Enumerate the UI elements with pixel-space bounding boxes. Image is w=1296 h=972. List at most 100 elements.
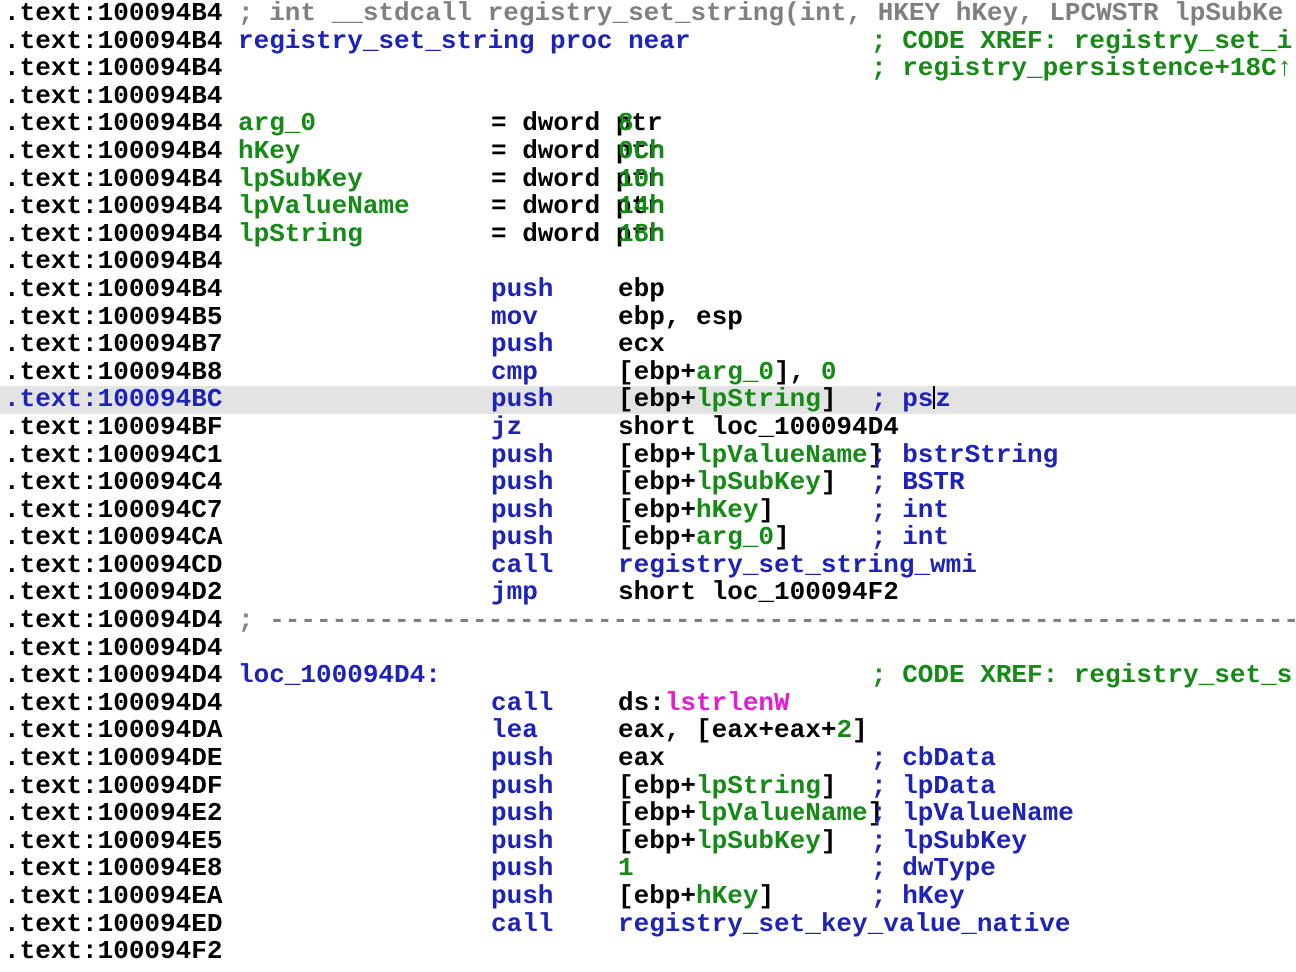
operand-variable[interactable]: arg_0 — [696, 524, 774, 552]
instruction-operand[interactable]: ds:lstrlenW — [618, 690, 790, 718]
code-label[interactable]: registry_set_string proc near — [238, 28, 690, 56]
code-label[interactable]: loc_100094D4: — [238, 662, 441, 690]
listing-line[interactable]: .text:100094B8 cmp [ebp+arg_0], 0 — [0, 359, 1296, 387]
instruction-mnemonic[interactable]: push — [491, 386, 553, 414]
instruction-operand[interactable]: [ebp+lpString] — [618, 386, 836, 414]
instruction-operand[interactable]: [ebp+lpSubKey] — [618, 828, 836, 856]
instruction-mnemonic[interactable]: jz — [491, 414, 522, 442]
listing-line[interactable]: .text:100094BF jz short loc_100094D4 — [0, 414, 1296, 442]
operand-function-name[interactable]: registry_set_string_wmi — [618, 552, 977, 580]
instruction-mnemonic[interactable]: call — [491, 690, 553, 718]
instruction-operand[interactable]: ebp — [618, 276, 665, 304]
listing-line[interactable]: .text:100094B4 push ebp — [0, 276, 1296, 304]
listing-line[interactable]: .text:100094E2 push [ebp+lpValueName]; lpV… — [0, 800, 1296, 828]
instruction-mnemonic[interactable]: push — [491, 524, 553, 552]
instruction-operand[interactable]: [ebp+lpValueName] — [618, 442, 883, 470]
operand-variable[interactable]: lpString — [696, 773, 821, 801]
instruction-mnemonic[interactable]: push — [491, 497, 553, 525]
instruction-mnemonic[interactable]: push — [491, 773, 553, 801]
instruction-operand[interactable]: ebp, esp — [618, 304, 743, 332]
listing-line[interactable]: .text:100094B4 registry_set_string proc n… — [0, 28, 1296, 56]
listing-line[interactable]: .text:100094B4 lpValueName = dword ptr 14h — [0, 193, 1296, 221]
listing-line[interactable]: .text:100094DF push [ebp+lpString] ; lpData — [0, 773, 1296, 801]
selected-listing-line[interactable]: .text:100094BC push [ebp+lpString] ; psz — [0, 386, 1296, 414]
operand-variable[interactable]: hKey — [696, 883, 758, 911]
disassembly-listing[interactable]: .text:100094B4 ; int __stdcall registry_s… — [0, 0, 1296, 972]
instruction-operand[interactable]: short loc_100094D4 — [618, 414, 899, 442]
instruction-mnemonic[interactable]: push — [491, 883, 553, 911]
operand-variable[interactable]: lpValueName — [696, 800, 868, 828]
listing-line[interactable]: .text:100094E5 push [ebp+lpSubKey] ; lpSubK… — [0, 828, 1296, 856]
listing-line[interactable]: .text:100094B5 mov ebp, esp — [0, 304, 1296, 332]
instruction-operand[interactable]: ecx — [618, 331, 665, 359]
instruction-mnemonic[interactable]: jmp — [491, 579, 538, 607]
instruction-operand[interactable]: [ebp+hKey] — [618, 883, 774, 911]
listing-line[interactable]: .text:100094B4 — [0, 83, 1296, 111]
operand-variable[interactable]: lpString — [696, 386, 821, 414]
listing-line[interactable]: .text:100094CA push [ebp+arg_0] ; int — [0, 524, 1296, 552]
instruction-mnemonic[interactable]: cmp — [491, 359, 538, 387]
listing-line[interactable]: .text:100094B4 hKey = dword ptr 0Ch — [0, 138, 1296, 166]
instruction-mnemonic[interactable]: push — [491, 276, 553, 304]
listing-line[interactable]: .text:100094CD call registry_set_string_wm… — [0, 552, 1296, 580]
instruction-mnemonic[interactable]: push — [491, 800, 553, 828]
instruction-mnemonic[interactable]: push — [491, 828, 553, 856]
listing-line[interactable]: .text:100094B4 ; int __stdcall registry_s… — [0, 0, 1296, 28]
instruction-operand[interactable]: short loc_100094F2 — [618, 579, 899, 607]
listing-line[interactable]: .text:100094D4 call ds:lstrlenW — [0, 690, 1296, 718]
listing-line[interactable]: .text:100094DE push eax ; cbData — [0, 745, 1296, 773]
listing-line[interactable]: .text:100094C1 push [ebp+lpValueName]; bst… — [0, 442, 1296, 470]
operand-variable[interactable]: arg_0 — [696, 359, 774, 387]
instruction-operand[interactable]: eax, [eax+eax+2] — [618, 717, 868, 745]
instruction-mnemonic[interactable]: mov — [491, 304, 538, 332]
instruction-operand[interactable]: [ebp+hKey] — [618, 497, 774, 525]
operand-variable[interactable]: lpValueName — [696, 442, 868, 470]
instruction-mnemonic[interactable]: call — [491, 552, 553, 580]
instruction-mnemonic[interactable]: lea — [491, 717, 538, 745]
instruction-operand[interactable]: registry_set_key_value_native — [618, 911, 1070, 939]
stack-variable-name[interactable]: lpString — [238, 221, 363, 249]
instruction-operand[interactable]: 1 — [618, 855, 634, 883]
listing-line[interactable]: .text:100094B4 ; registry_persistence+18C… — [0, 55, 1296, 83]
instruction-operand[interactable]: [ebp+lpValueName] — [618, 800, 883, 828]
listing-line[interactable]: .text:100094D4 — [0, 635, 1296, 663]
operand-variable[interactable]: 2 — [836, 717, 852, 745]
instruction-mnemonic[interactable]: push — [491, 855, 553, 883]
listing-line[interactable]: .text:100094ED call registry_set_key_value… — [0, 911, 1296, 939]
instruction-mnemonic[interactable]: push — [491, 745, 553, 773]
operand-variable[interactable]: 0 — [821, 359, 837, 387]
listing-line[interactable]: .text:100094B4 arg_0 = dword ptr 8 — [0, 110, 1296, 138]
listing-line[interactable]: .text:100094D4 ; ------------------------… — [0, 607, 1296, 635]
instruction-operand[interactable]: [ebp+arg_0] — [618, 524, 790, 552]
stack-variable-name[interactable]: hKey — [238, 138, 300, 166]
listing-line[interactable]: .text:100094D4 loc_100094D4: ; CODE XREF: … — [0, 662, 1296, 690]
listing-line[interactable]: .text:100094D2 jmp short loc_100094F2 — [0, 579, 1296, 607]
instruction-mnemonic[interactable]: call — [491, 911, 553, 939]
operand-variable[interactable]: lpSubKey — [696, 469, 821, 497]
listing-line[interactable]: .text:100094C7 push [ebp+hKey] ; int — [0, 497, 1296, 525]
listing-line[interactable]: .text:100094B4 — [0, 248, 1296, 276]
instruction-mnemonic[interactable]: push — [491, 331, 553, 359]
listing-line[interactable]: .text:100094DA lea eax, [eax+eax+2] — [0, 717, 1296, 745]
listing-line[interactable]: .text:100094B4 lpString = dword ptr 18h — [0, 221, 1296, 249]
listing-line[interactable]: .text:100094EA push [ebp+hKey] ; hKey — [0, 883, 1296, 911]
listing-line[interactable]: .text:100094E8 push 1 ; dwType — [0, 855, 1296, 883]
instruction-operand[interactable]: [ebp+lpSubKey] — [618, 469, 836, 497]
stack-variable-name[interactable]: lpValueName — [238, 193, 410, 221]
operand-variable[interactable]: hKey — [696, 497, 758, 525]
operand-variable[interactable]: lpSubKey — [696, 828, 821, 856]
operand-import-name[interactable]: lstrlenW — [665, 690, 790, 718]
instruction-operand[interactable]: [ebp+lpString] — [618, 773, 836, 801]
listing-line[interactable]: .text:100094C4 push [ebp+lpSubKey] ; BSTR — [0, 469, 1296, 497]
operand-variable[interactable]: 1 — [618, 855, 634, 883]
listing-line[interactable]: .text:100094B4 lpSubKey = dword ptr 10h — [0, 166, 1296, 194]
instruction-operand[interactable]: registry_set_string_wmi — [618, 552, 977, 580]
instruction-mnemonic[interactable]: push — [491, 469, 553, 497]
instruction-mnemonic[interactable]: push — [491, 442, 553, 470]
instruction-operand[interactable]: [ebp+arg_0], 0 — [618, 359, 836, 387]
listing-line[interactable]: .text:100094F2 — [0, 938, 1296, 966]
listing-line[interactable]: .text:100094B7 push ecx — [0, 331, 1296, 359]
instruction-operand[interactable]: eax — [618, 745, 665, 773]
stack-variable-name[interactable]: lpSubKey — [238, 166, 363, 194]
stack-variable-name[interactable]: arg_0 — [238, 110, 316, 138]
